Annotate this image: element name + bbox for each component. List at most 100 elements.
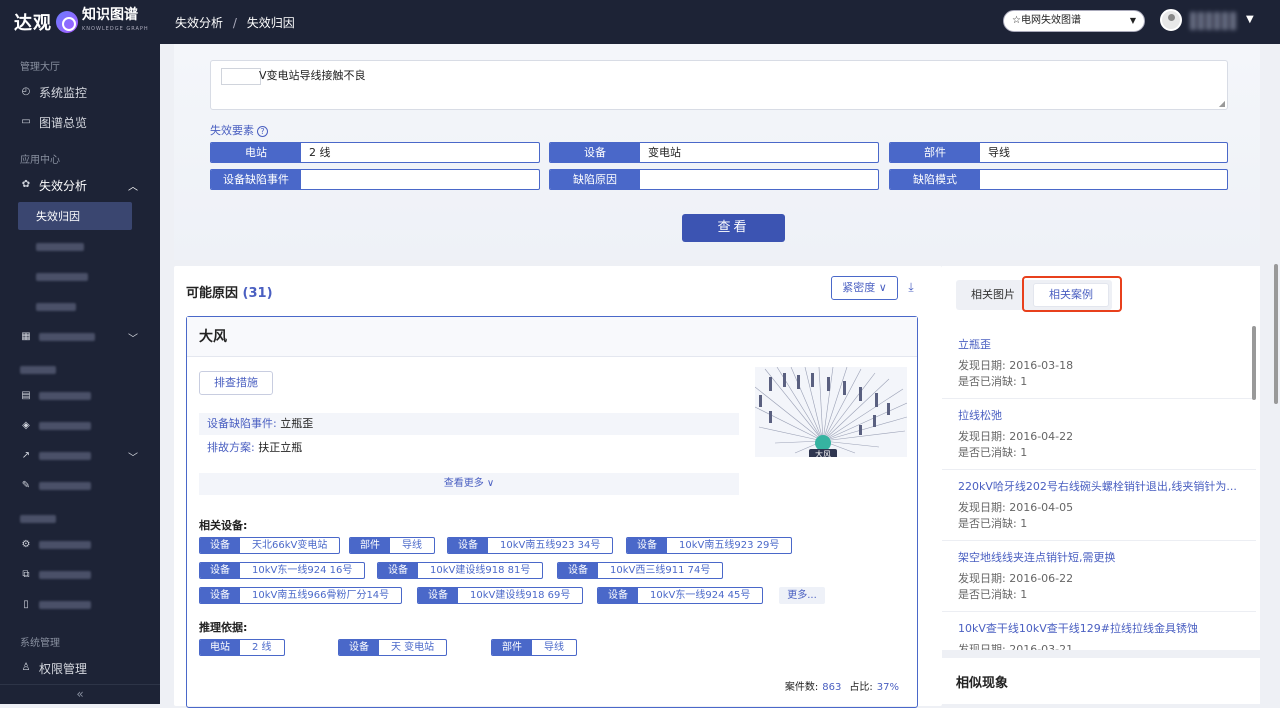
query-textarea[interactable]: V变电站导线接触不良 ◢ bbox=[210, 60, 1228, 110]
avatar[interactable] bbox=[1160, 9, 1182, 31]
nav-item-blurred-4[interactable]: ▦ ﹀ bbox=[0, 322, 160, 352]
chevron-up-icon: ︿ bbox=[128, 181, 138, 193]
tab-related-images[interactable]: 相关图片 bbox=[956, 280, 1030, 310]
field-device[interactable]: 设备 变电站 bbox=[549, 142, 879, 163]
view-button[interactable]: 查看 bbox=[682, 214, 785, 242]
resize-handle-icon[interactable]: ◢ bbox=[1219, 99, 1225, 108]
device-tag[interactable]: 设备 10kV建设线918 69号 bbox=[417, 587, 584, 604]
failure-elements-label: 失效要素? bbox=[210, 122, 268, 138]
graph-svg: 大风 bbox=[755, 367, 907, 457]
breadcrumb-item[interactable]: 失效分析 bbox=[175, 16, 223, 30]
breadcrumb: 失效分析 / 失效归因 bbox=[175, 14, 295, 31]
mini-knowledge-graph[interactable]: 大风 bbox=[755, 367, 907, 457]
dashboard-icon: ◴ bbox=[21, 86, 31, 97]
nav-item-blurred-5[interactable]: ▤ bbox=[0, 381, 160, 411]
nav-item-monitor[interactable]: ◴ 系统监控 bbox=[0, 77, 160, 107]
template-icon: ⧉ bbox=[22, 569, 30, 580]
basis-tag[interactable]: 设备天 变电站 bbox=[338, 639, 448, 656]
nav-item-blurred-9[interactable]: ⚙ bbox=[0, 530, 160, 560]
nav-sub-attribution[interactable]: 失效归因 bbox=[18, 202, 132, 230]
logo[interactable]: 达观 知识图谱 KNOWLEDGE GRAPH bbox=[0, 0, 160, 44]
related-devices-title: 相关设备: bbox=[199, 519, 248, 532]
basis-tag[interactable]: 部件 导线 bbox=[491, 639, 577, 656]
view-more-link[interactable]: 查看更多 ∨ bbox=[199, 473, 739, 495]
graph-edges bbox=[755, 367, 907, 454]
graph-center-node[interactable] bbox=[815, 435, 831, 451]
field-defect-event[interactable]: 设备缺陷事件 bbox=[210, 169, 540, 190]
nav-group-app: 应用中心 bbox=[20, 155, 60, 166]
nav-group-blurred bbox=[0, 352, 160, 381]
case-list: 立瓶歪 发现日期: 2016-03-18 是否已消缺: 1 拉线松弛 发现日期: 20… bbox=[942, 328, 1260, 650]
field-station[interactable]: 电站 2 线 bbox=[210, 142, 540, 163]
device-tag[interactable]: 设备 天北66kV变电站 bbox=[199, 537, 341, 554]
nav-item-blurred-6[interactable]: ◈ bbox=[0, 411, 160, 441]
cause-card-title: 大风 bbox=[187, 317, 917, 357]
gear-icon: ✿ bbox=[21, 179, 31, 190]
device-tag[interactable]: 设备 10kV南五线966骨粉厂分14号 bbox=[199, 587, 403, 604]
nav-group-admin: 管理大厅 bbox=[20, 62, 60, 73]
collapse-sidebar-button[interactable]: « bbox=[0, 684, 160, 704]
case-count: 863 bbox=[822, 682, 842, 693]
more-devices-link[interactable]: 更多... bbox=[779, 587, 825, 604]
sort-closeness-dropdown[interactable]: 紧密度 ∨ bbox=[831, 276, 898, 300]
breadcrumb-separator: / bbox=[232, 15, 237, 30]
nav-sub-blurred-2[interactable] bbox=[0, 262, 160, 292]
page-scrollbar[interactable] bbox=[1274, 264, 1278, 404]
nav-item-blurred-7[interactable]: ↗ ﹀ bbox=[0, 441, 160, 471]
chevron-down-icon: ﹀ bbox=[128, 333, 138, 345]
nav-group-system: 系统管理 bbox=[20, 638, 60, 649]
causes-title: 可能原因 (31) bbox=[186, 286, 273, 301]
graph-center-label: 大风 bbox=[815, 449, 831, 457]
nav-item-blurred-10[interactable]: ⧉ bbox=[0, 560, 160, 590]
check-measures-button[interactable]: 排查措施 bbox=[199, 371, 273, 395]
field-component[interactable]: 部件 导线 bbox=[889, 142, 1228, 163]
device-tag[interactable]: 设备 10kV南五线923 34号 bbox=[447, 537, 614, 554]
nav-item-blurred-11[interactable]: ▯ bbox=[0, 590, 160, 620]
logo-mark-icon bbox=[56, 11, 78, 33]
case-list-scrollbar[interactable] bbox=[1252, 326, 1256, 400]
caret-down-icon[interactable]: ▼ bbox=[1246, 14, 1254, 25]
highlight-annotation bbox=[1022, 276, 1122, 312]
logo-brand: 达观 bbox=[14, 13, 52, 34]
document-icon: ▯ bbox=[23, 599, 29, 610]
user-name-blurred[interactable] bbox=[1190, 12, 1238, 30]
nav-item-permission[interactable]: ♙ 权限管理 bbox=[0, 653, 160, 683]
user-icon: ♙ bbox=[21, 662, 31, 673]
nav-sub-blurred-3[interactable] bbox=[0, 292, 160, 322]
basis-tag[interactable]: 电站 2 线 bbox=[199, 639, 285, 656]
ratio: 37% bbox=[876, 682, 899, 693]
device-tag[interactable]: 设备 10kV南五线923 29号 bbox=[626, 537, 793, 554]
nav-item-blurred-8[interactable]: ✎ bbox=[0, 471, 160, 501]
list-item[interactable]: 架空地线线夹连点销针短,需更换 发现日期: 2016-06-22 是否已消缺: 1 bbox=[942, 541, 1256, 612]
breadcrumb-current: 失效归因 bbox=[246, 15, 295, 30]
nav-group-blurred-2 bbox=[0, 501, 160, 530]
sidebar: 达观 知识图谱 KNOWLEDGE GRAPH 管理大厅 ◴ 系统监控 ▭ 图谱总览… bbox=[0, 0, 160, 704]
grid-icon: ▦ bbox=[21, 331, 31, 342]
device-tag[interactable]: 设备 10kV西三线911 74号 bbox=[557, 562, 724, 579]
list-item[interactable]: 220kV哈牙线202号右线碗头螺栓销针退出,线夹销针为... 发现日期: 201… bbox=[942, 470, 1256, 541]
nav-sub-blurred-1[interactable] bbox=[0, 232, 160, 262]
device-tag[interactable]: 设备 10kV东一线924 16号 bbox=[199, 562, 366, 579]
chart-icon: ↗ bbox=[21, 450, 31, 461]
device-tag[interactable]: 部件 导线 bbox=[349, 537, 435, 554]
list-icon: ▤ bbox=[21, 390, 31, 401]
main-content: V变电站导线接触不良 ◢ 失效要素? 电站 2 线 设备 变电站 部件 导线 设备缺陷… bbox=[160, 44, 1280, 708]
list-item[interactable]: 10kV查干线10kV查干线129#拉线拉线金具锈蚀 发现日期: 2016-03-… bbox=[942, 612, 1256, 650]
download-icon[interactable]: ⤓ bbox=[905, 280, 917, 294]
graph-select[interactable]: ☆电网失效图谱 ▼ bbox=[1003, 10, 1145, 32]
cause-stats: 案件数: 863 占比: 37% bbox=[784, 682, 899, 693]
reasoning-basis-title: 推理依据: bbox=[199, 621, 248, 634]
field-defect-cause[interactable]: 缺陷原因 bbox=[549, 169, 879, 190]
list-item[interactable]: 立瓶歪 发现日期: 2016-03-18 是否已消缺: 1 bbox=[942, 328, 1256, 399]
device-tag[interactable]: 设备 10kV建设线918 81号 bbox=[377, 562, 544, 579]
nav-item-failure-analysis[interactable]: ✿ 失效分析 ︿ bbox=[0, 170, 160, 200]
monitor-icon: ▭ bbox=[21, 116, 31, 127]
field-defect-mode[interactable]: 缺陷模式 bbox=[889, 169, 1228, 190]
list-item[interactable]: 拉线松弛 发现日期: 2016-04-22 是否已消缺: 1 bbox=[942, 399, 1256, 470]
cause-card: 大风 排查措施 设备缺陷事件: 立瓶歪 排故方案: 扶正立瓶 查看更多 ∨ 大风 bbox=[186, 316, 918, 708]
help-icon[interactable]: ? bbox=[257, 126, 268, 137]
device-tag[interactable]: 设备 10kV东一线924 45号 bbox=[597, 587, 764, 604]
nav-item-overview[interactable]: ▭ 图谱总览 bbox=[0, 107, 160, 137]
fix-plan-row: 排故方案: 扶正立瓶 bbox=[199, 437, 739, 459]
related-panel: 相关图片 相关案例 立瓶歪 发现日期: 2016-03-18 是否已消缺: 1 拉线… bbox=[942, 266, 1260, 650]
